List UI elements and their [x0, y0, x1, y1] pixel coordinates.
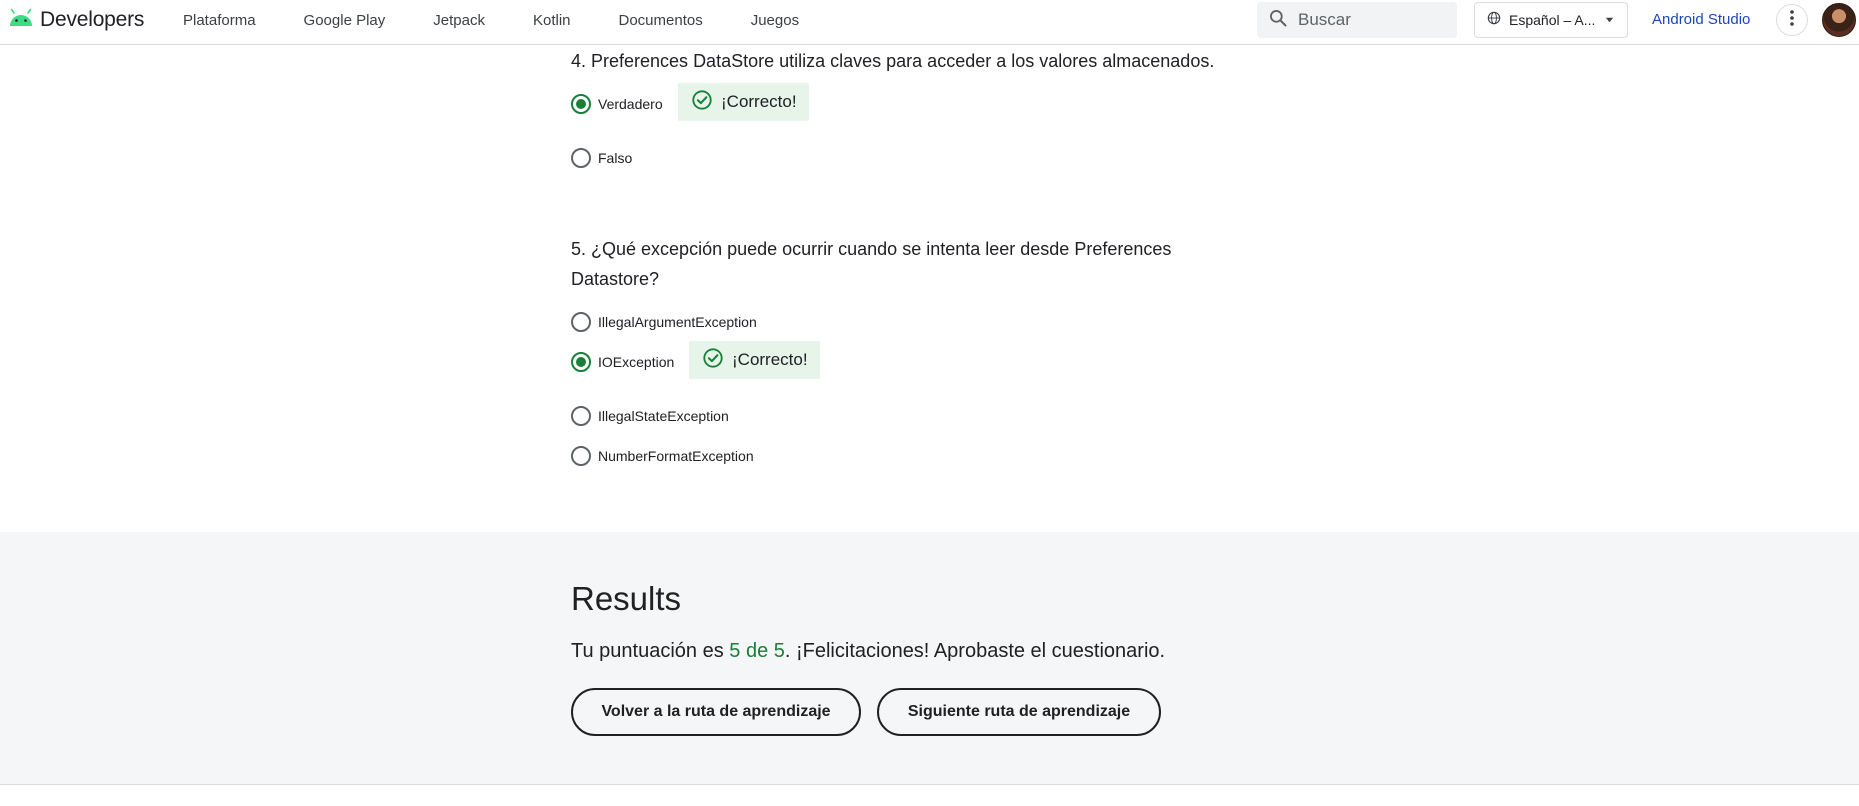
check-circle-icon — [691, 89, 713, 116]
question-5-option-numberformatexception[interactable]: NumberFormatException — [571, 444, 754, 468]
search-icon — [1257, 8, 1288, 33]
radio-button[interactable] — [571, 406, 591, 426]
option-label: IllegalArgumentException — [598, 314, 757, 330]
more-vert-icon — [1790, 9, 1794, 31]
option-label: NumberFormatException — [598, 448, 754, 464]
option-label: Verdadero — [598, 96, 663, 112]
question-5-option-illegalstateexception[interactable]: IllegalStateException — [571, 404, 729, 428]
android-logo-icon — [8, 8, 34, 33]
results-title: Results — [571, 580, 682, 617]
android-studio-link[interactable]: Android Studio — [1652, 11, 1750, 28]
language-selector[interactable]: Español – A... — [1474, 2, 1628, 38]
option-label: IOException — [598, 354, 675, 370]
nav-item-google-play[interactable]: Google Play — [304, 12, 386, 29]
back-to-learning-path-button[interactable]: Volver a la ruta de aprendizaje — [571, 688, 861, 736]
radio-button[interactable] — [571, 148, 591, 168]
nav-item-plataforma[interactable]: Plataforma — [183, 12, 256, 29]
nav-item-juegos[interactable]: Juegos — [751, 12, 799, 29]
radio-button-selected[interactable] — [571, 352, 591, 372]
question-4-option-verdadero[interactable]: Verdadero — [571, 92, 663, 116]
radio-button[interactable] — [571, 312, 591, 332]
main-nav: Plataforma Google Play Jetpack Kotlin Do… — [183, 0, 847, 40]
check-circle-icon — [702, 347, 724, 374]
radio-button[interactable] — [571, 446, 591, 466]
question-5-feedback: ¡Correcto! — [689, 341, 820, 379]
language-label: Español – A... — [1509, 12, 1596, 28]
results-text-suffix: . ¡Felicitaciones! Aprobaste el cuestion… — [784, 640, 1166, 662]
nav-item-documentos[interactable]: Documentos — [619, 12, 703, 29]
feedback-text: ¡Correcto! — [732, 350, 808, 369]
nav-item-kotlin[interactable]: Kotlin — [533, 12, 571, 29]
search-box[interactable] — [1257, 2, 1457, 38]
results-text-prefix: Tu puntuación es — [571, 640, 730, 662]
logo-text: Developers — [40, 8, 145, 31]
developers-logo[interactable]: Developers — [8, 6, 144, 34]
question-5-option-illegalargumentexception[interactable]: IllegalArgumentException — [571, 310, 757, 334]
question-4-title: 4. Preferences DataStore utiliza claves … — [571, 51, 1215, 71]
caret-down-icon — [1595, 11, 1614, 29]
radio-button-selected[interactable] — [571, 94, 591, 114]
globe-icon — [1475, 11, 1501, 30]
option-label: IllegalStateException — [598, 408, 729, 424]
top-navigation-bar: Developers Plataforma Google Play Jetpac… — [0, 0, 1859, 45]
more-options-button[interactable] — [1776, 4, 1808, 36]
search-input[interactable] — [1298, 10, 1448, 30]
question-5-option-ioexception[interactable]: IOException — [571, 350, 674, 374]
results-summary: Tu puntuación es 5 de 5. ¡Felicitaciones… — [571, 640, 1165, 663]
question-4-option-falso[interactable]: Falso — [571, 146, 632, 170]
nav-item-jetpack[interactable]: Jetpack — [433, 12, 485, 29]
next-learning-path-button[interactable]: Siguiente ruta de aprendizaje — [877, 688, 1161, 736]
option-label: Falso — [598, 150, 633, 166]
score-value: 5 de 5 — [729, 640, 785, 662]
feedback-text: ¡Correcto! — [721, 92, 797, 111]
question-5-title: 5. ¿Qué excepción puede ocurrir cuando s… — [571, 239, 1172, 289]
results-section: Results Tu puntuación es 5 de 5. ¡Felici… — [0, 532, 1859, 785]
user-avatar[interactable] — [1822, 3, 1856, 37]
question-4-feedback: ¡Correcto! — [678, 83, 809, 121]
